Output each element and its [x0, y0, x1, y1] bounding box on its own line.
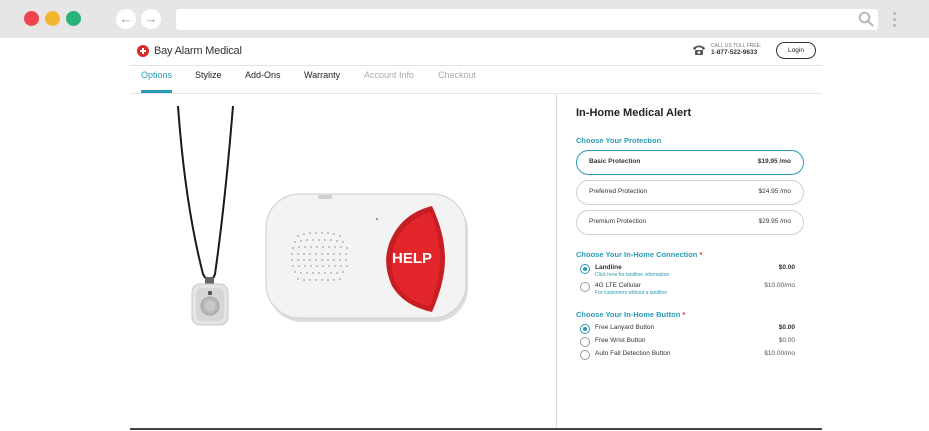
site-header: Bay Alarm Medical CALL US TOLL FREE: 1-8… [130, 38, 822, 66]
radio-lanyard-button[interactable] [580, 324, 590, 334]
product-title: In-Home Medical Alert [576, 107, 692, 119]
cellular-info-text: For customers without a landline [595, 290, 667, 296]
lanyard-cord [177, 105, 210, 281]
option-label: Preferred Protection [589, 188, 648, 195]
radio-fall-detection-button[interactable] [580, 350, 590, 360]
connection-label-cellular[interactable]: 4G LTE Cellular [595, 282, 641, 289]
required-mark: * [699, 250, 703, 259]
button-price-lanyard: $0.00 [778, 324, 795, 331]
kebab-menu-icon[interactable] [893, 12, 897, 28]
radio-landline[interactable] [580, 264, 590, 274]
product-image: HELP [130, 94, 556, 428]
button-price-wrist: $0.00 [778, 337, 795, 344]
base-unit: HELP [265, 193, 468, 322]
close-window-button[interactable] [24, 11, 39, 26]
brand-name: Bay Alarm Medical [154, 45, 242, 57]
option-label: Premium Protection [589, 218, 647, 225]
connection-price-landline: $0.00 [778, 264, 795, 271]
medical-cross-icon [137, 45, 149, 57]
tab-account-info: Account Info [364, 70, 415, 80]
radio-wrist-button[interactable] [580, 337, 590, 347]
button-price-fall-detection: $10.00/mo [764, 350, 795, 357]
landline-info-link[interactable]: Click here for landline information [595, 272, 669, 278]
tab-options[interactable]: Options [141, 70, 173, 93]
browser-chrome: ← → [0, 0, 929, 38]
forward-button[interactable]: → [141, 9, 161, 29]
option-price: $19.95 /mo [757, 158, 791, 165]
button-heading: Choose Your In-Home Button * [576, 310, 685, 319]
maximize-window-button[interactable] [66, 11, 81, 26]
button-label-wrist[interactable]: Free Wrist Button [595, 337, 645, 344]
connection-heading: Choose Your In-Home Connection * [576, 250, 702, 259]
protection-option-basic[interactable]: Basic Protection $19.95 /mo [576, 150, 804, 175]
option-price: $24.95 /mo [758, 188, 791, 195]
option-price: $29.95 /mo [758, 218, 791, 225]
search-icon[interactable] [858, 11, 874, 27]
main-content: HELP In-Home Medical Alert Choose Your P… [130, 94, 822, 430]
phone-icon [693, 45, 705, 55]
lanyard-cord [209, 105, 234, 281]
protection-heading: Choose Your Protection [576, 136, 662, 145]
medical-alert-device-illustration: HELP [177, 105, 468, 326]
button-label-fall-detection[interactable]: Auto Fall Detection Button [595, 350, 671, 357]
brand-logo[interactable]: Bay Alarm Medical [137, 45, 242, 57]
checkout-steps-tabs: Options Stylize Add-Ons Warranty Account… [130, 66, 822, 94]
tab-add-ons[interactable]: Add-Ons [245, 70, 281, 92]
connection-label-landline[interactable]: Landline [595, 264, 622, 271]
arrow-left-icon: ← [119, 11, 133, 26]
address-bar[interactable] [176, 9, 878, 30]
required-mark: * [682, 310, 686, 319]
connection-price-cellular: $10.00/mo [764, 282, 795, 289]
arrow-right-icon: → [144, 11, 158, 26]
web-page: Bay Alarm Medical CALL US TOLL FREE: 1-8… [0, 38, 929, 431]
tab-stylize[interactable]: Stylize [195, 70, 222, 92]
panel-divider [556, 94, 557, 428]
option-label: Basic Protection [589, 158, 641, 165]
protection-option-premium[interactable]: Premium Protection $29.95 /mo [576, 210, 804, 235]
button-label-lanyard[interactable]: Free Lanyard Button [595, 324, 654, 331]
connection-heading-text: Choose Your In-Home Connection [576, 250, 698, 259]
radio-cellular[interactable] [580, 282, 590, 292]
protection-option-preferred[interactable]: Preferred Protection $24.95 /mo [576, 180, 804, 205]
tab-checkout: Checkout [438, 70, 477, 80]
button-heading-text: Choose Your In-Home Button [576, 310, 681, 319]
pendant-button [191, 283, 229, 326]
minimize-window-button[interactable] [45, 11, 60, 26]
tab-warranty[interactable]: Warranty [304, 70, 340, 92]
back-button[interactable]: ← [116, 9, 136, 29]
phone-number[interactable]: 1-877-522-9633 [711, 49, 757, 56]
help-button-label: HELP [392, 250, 432, 267]
login-button[interactable]: Login [776, 42, 816, 59]
